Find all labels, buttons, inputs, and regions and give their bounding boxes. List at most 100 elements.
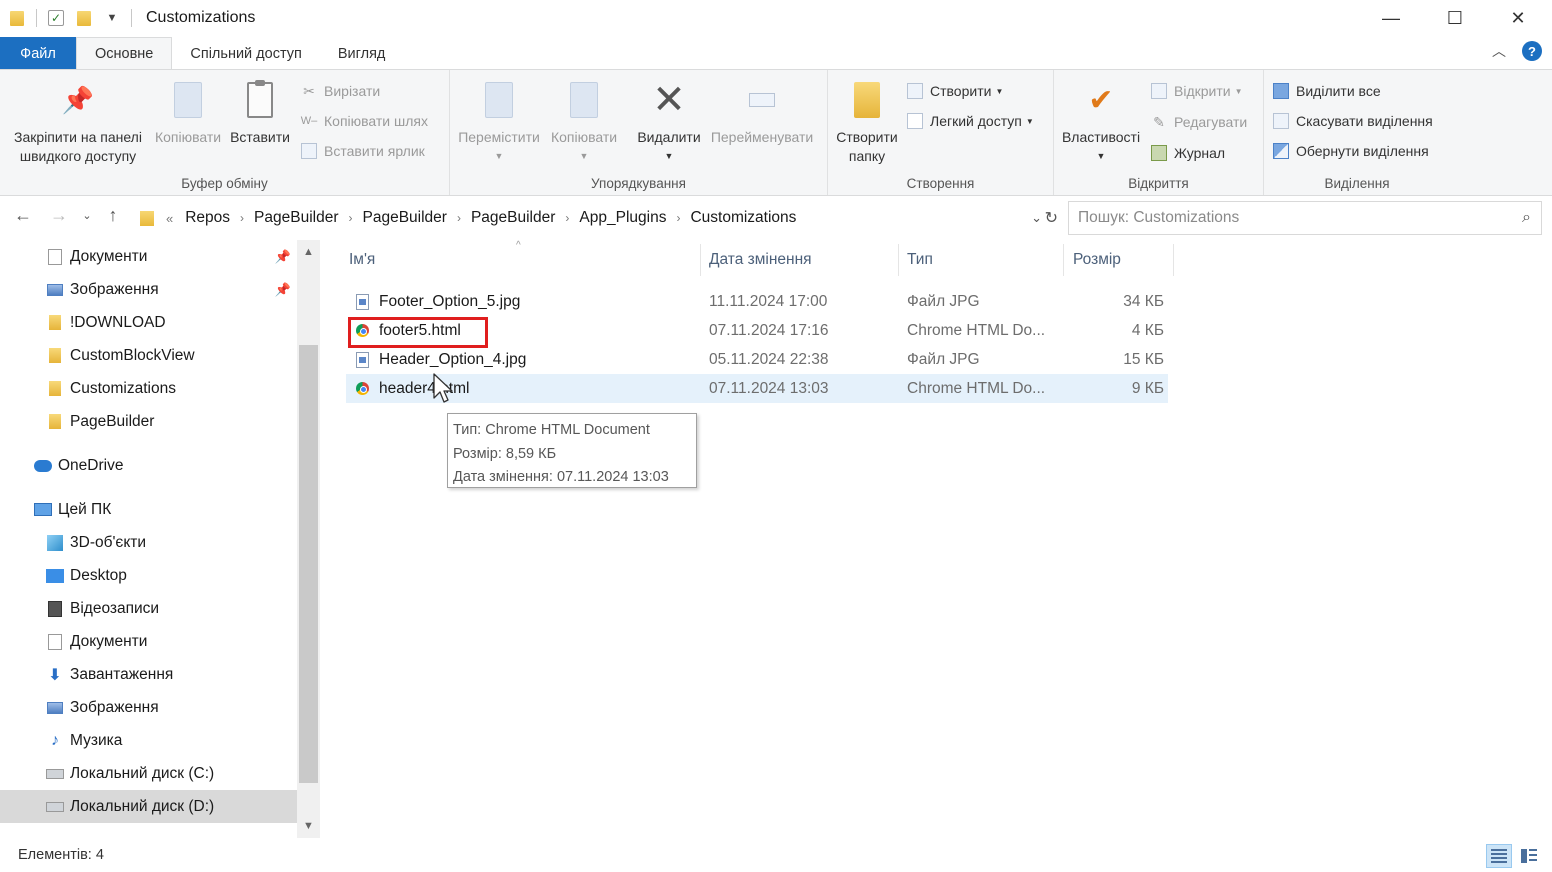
file-row[interactable]: Footer_Option_5.jpg 11.11.2024 17:00 Фай… (346, 287, 1168, 316)
sidebar-item-documents[interactable]: Документи (0, 625, 297, 658)
close-button[interactable]: ✕ (1487, 0, 1549, 36)
sidebar-item-onedrive[interactable]: OneDrive (0, 449, 297, 482)
sidebar-item-3d-objects[interactable]: 3D-об'єкти (0, 526, 297, 559)
up-arrow-icon[interactable]: ↑ (102, 205, 124, 226)
collapse-ribbon-icon[interactable]: ︿ (1492, 41, 1506, 61)
search-box[interactable]: ⌕ (1068, 201, 1542, 235)
new-group-label: Створення (906, 176, 975, 191)
sidebar-item-pictures[interactable]: Зображення (0, 691, 297, 724)
sidebar-item-drive-d[interactable]: Локальний диск (D:) (0, 790, 297, 823)
copy-to-button[interactable]: Копіювати ▼ (546, 78, 622, 166)
tab-home[interactable]: Основне (76, 37, 173, 70)
select-none-icon (1272, 112, 1290, 130)
search-icon[interactable]: ⌕ (1522, 209, 1531, 227)
sidebar-item-pictures-pinned[interactable]: Зображення 📌 (0, 273, 297, 306)
breadcrumb-pagebuilder-1[interactable]: PageBuilder (254, 209, 338, 227)
copy-button[interactable]: Копіювати (150, 78, 226, 147)
sidebar-item-drive-c[interactable]: Локальний диск (C:) (0, 757, 297, 790)
pin-icon[interactable]: 📌 (275, 249, 291, 265)
chevron-right-icon[interactable]: › (240, 211, 244, 225)
column-header-name[interactable]: Ім'я (349, 248, 375, 272)
sidebar-scrollbar[interactable]: ▲ ▼ (297, 240, 320, 838)
chevron-right-icon[interactable]: › (565, 211, 569, 225)
new-item-button[interactable]: Створити ▼ (906, 80, 1003, 102)
sidebar-item-documents-pinned[interactable]: Документи 📌 (0, 240, 297, 273)
properties-button[interactable]: ✔ Властивості ▼ (1058, 78, 1144, 166)
breadcrumb-customizations[interactable]: Customizations (690, 209, 796, 227)
scroll-up-icon[interactable]: ▲ (297, 246, 320, 258)
help-icon[interactable]: ? (1522, 41, 1542, 61)
sidebar-item-customblockview[interactable]: CustomBlockView (0, 339, 297, 372)
sidebar-item-download[interactable]: !DOWNLOAD (0, 306, 297, 339)
sidebar-item-this-pc[interactable]: Цей ПК (0, 493, 297, 526)
chevron-right-icon[interactable]: › (457, 211, 461, 225)
sidebar-item-videos[interactable]: Відеозаписи (0, 592, 297, 625)
cut-button[interactable]: ✂ Вирізати (300, 80, 380, 102)
open-button[interactable]: Відкрити ▼ (1150, 80, 1243, 102)
address-dropdown-chevron-icon[interactable]: ⌄ (1031, 210, 1042, 226)
scrollbar-thumb[interactable] (299, 345, 318, 783)
chevron-right-icon[interactable]: › (676, 211, 680, 225)
address-bar[interactable]: « Repos › PageBuilder › PageBuilder › Pa… (128, 201, 1060, 235)
column-header-date[interactable]: Дата змінення (709, 248, 812, 272)
invert-selection-button[interactable]: Обернути виділення (1272, 140, 1429, 162)
column-divider[interactable] (700, 244, 701, 276)
history-button[interactable]: Журнал (1150, 142, 1225, 164)
move-to-button[interactable]: Перемістити ▼ (456, 78, 542, 166)
copy-icon (170, 78, 206, 122)
back-arrow-icon[interactable]: ← (12, 205, 34, 226)
pin-icon[interactable]: 📌 (275, 282, 291, 298)
breadcrumb-pagebuilder-2[interactable]: PageBuilder (363, 209, 447, 227)
copy-path-icon: W– (300, 115, 318, 127)
minimize-button[interactable]: — (1360, 0, 1422, 36)
pictures-icon (46, 699, 64, 717)
column-header-type[interactable]: Тип (907, 248, 933, 272)
chevron-right-icon[interactable]: › (349, 211, 353, 225)
easy-access-button[interactable]: Легкий доступ ▼ (906, 110, 1034, 132)
select-none-button[interactable]: Скасувати виділення (1272, 110, 1433, 132)
paste-button[interactable]: Вставити (228, 78, 292, 147)
recent-locations-chevron-icon[interactable]: ⌄ (76, 209, 98, 222)
sidebar-item-desktop[interactable]: Desktop (0, 559, 297, 592)
new-folder-icon[interactable] (75, 9, 93, 27)
properties-checkbox-icon[interactable]: ✓ (47, 9, 65, 27)
breadcrumb-repos[interactable]: Repos (185, 209, 230, 227)
file-type-cell: Файл JPG (907, 292, 980, 310)
file-date-cell: 11.11.2024 17:00 (709, 292, 828, 310)
breadcrumb-app-plugins[interactable]: App_Plugins (579, 209, 666, 227)
tab-view[interactable]: Вигляд (320, 37, 404, 70)
edit-button[interactable]: ✎ Редагувати (1150, 111, 1247, 133)
delete-button[interactable]: ✕ Видалити ▼ (634, 78, 704, 166)
paste-shortcut-button[interactable]: Вставити ярлик (300, 140, 425, 162)
column-divider[interactable] (1063, 244, 1064, 276)
refresh-icon[interactable]: ↻ (1045, 208, 1058, 228)
file-row[interactable]: Header_Option_4.jpg 05.11.2024 22:38 Фай… (346, 345, 1168, 374)
rename-button[interactable]: Перейменувати (706, 78, 818, 147)
file-row[interactable]: header4.html 07.11.2024 13:03 Chrome HTM… (346, 374, 1168, 403)
sidebar-item-downloads[interactable]: ⬇ Завантаження (0, 658, 297, 691)
column-divider[interactable] (1173, 244, 1174, 276)
column-divider[interactable] (898, 244, 899, 276)
select-all-button[interactable]: Виділити все (1272, 80, 1381, 102)
pin-quick-access-button[interactable]: 📌 Закріпити на панелі швидкого доступу (8, 78, 148, 166)
large-icons-view-button[interactable] (1516, 844, 1542, 868)
new-group: Створити папку Створити ▼ Легкий доступ … (828, 70, 1054, 195)
pin-icon: 📌 (61, 84, 95, 115)
chevron-down-icon[interactable]: ▼ (103, 9, 121, 27)
tab-share[interactable]: Спільний доступ (172, 37, 319, 70)
breadcrumb-overflow[interactable]: « (166, 211, 173, 226)
sidebar-item-pagebuilder[interactable]: PageBuilder (0, 405, 297, 438)
breadcrumb-pagebuilder-3[interactable]: PageBuilder (471, 209, 555, 227)
column-header-size[interactable]: Розмір (1073, 248, 1121, 272)
forward-arrow-icon[interactable]: → (48, 205, 70, 226)
search-input[interactable] (1078, 209, 1498, 227)
sidebar-item-music[interactable]: ♪ Музика (0, 724, 297, 757)
new-folder-button[interactable]: Створити папку (832, 78, 902, 166)
chevron-down-icon: ▼ (1096, 151, 1106, 161)
tab-file[interactable]: Файл (0, 37, 76, 70)
scroll-down-icon[interactable]: ▼ (297, 820, 320, 832)
maximize-button[interactable]: ☐ (1424, 0, 1486, 36)
details-view-button[interactable] (1486, 844, 1512, 868)
copy-path-button[interactable]: W– Копіювати шлях (300, 110, 428, 132)
sidebar-item-customizations[interactable]: Customizations (0, 372, 297, 405)
